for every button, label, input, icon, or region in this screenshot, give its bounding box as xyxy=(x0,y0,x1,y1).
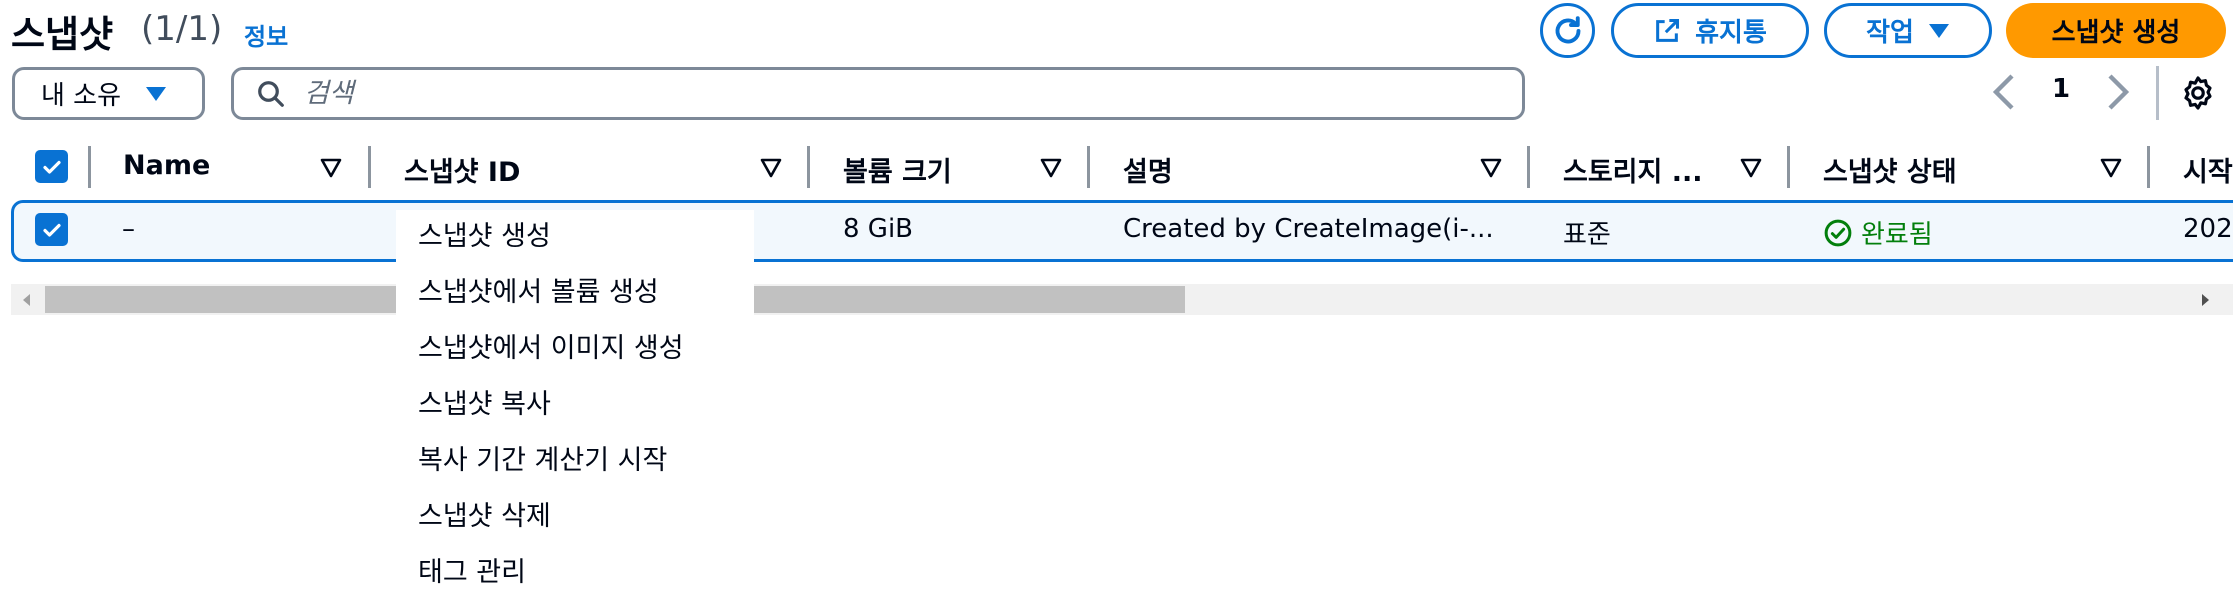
scroll-right-arrow-icon[interactable] xyxy=(2200,292,2212,308)
page-title: 스냅샷 xyxy=(11,13,114,56)
column-header-volume-size[interactable]: 볼륨 크기 xyxy=(843,150,952,189)
cell-name: – xyxy=(122,214,135,244)
cell-volume-size: 8 GiB xyxy=(843,214,914,244)
owner-filter-select[interactable]: 내 소유 xyxy=(12,67,205,120)
actions-dropdown-menu: 스냅샷 생성 스냅샷에서 볼륨 생성 스냅샷에서 이미지 생성 스냅샷 복사 복… xyxy=(396,210,754,598)
select-all-checkbox[interactable] xyxy=(35,150,68,183)
search-field[interactable] xyxy=(231,67,1525,120)
info-link[interactable]: 정보 xyxy=(244,17,288,52)
cell-snapshot-status: 완료됨 xyxy=(1823,214,1933,251)
search-icon xyxy=(258,80,284,107)
column-separator xyxy=(368,146,371,188)
pagination-divider xyxy=(2156,66,2159,120)
search-input[interactable] xyxy=(302,77,1402,110)
caret-down-icon xyxy=(1928,23,1949,38)
menu-item-create-snapshot[interactable]: 스냅샷 생성 xyxy=(418,214,551,253)
status-label: 완료됨 xyxy=(1861,220,1933,250)
column-header-name[interactable]: Name xyxy=(123,150,210,181)
menu-item-create-image-from-snapshot[interactable]: 스냅샷에서 이미지 생성 xyxy=(418,326,684,365)
column-header-description[interactable]: 설명 xyxy=(1123,150,1173,189)
menu-item-manage-tags[interactable]: 태그 관리 xyxy=(418,550,526,589)
current-page[interactable]: 1 xyxy=(2052,74,2070,104)
column-separator xyxy=(1787,146,1790,188)
column-separator xyxy=(88,146,91,188)
snapshot-count: (1/1) xyxy=(141,9,223,49)
column-header-storage-tier[interactable]: 스토리지 ... xyxy=(1563,150,1703,189)
caret-down-icon xyxy=(146,86,167,101)
actions-label: 작업 xyxy=(1866,18,1914,48)
column-header-snapshot-status[interactable]: 스냅샷 상태 xyxy=(1823,150,1957,189)
sort-icon[interactable] xyxy=(320,158,342,178)
menu-item-create-volume-from-snapshot[interactable]: 스냅샷에서 볼륨 생성 xyxy=(418,270,659,309)
sort-icon[interactable] xyxy=(2100,158,2122,178)
owner-filter-value: 내 소유 xyxy=(41,81,122,111)
cell-description: Created by CreateImage(i-... xyxy=(1123,214,1494,244)
check-icon xyxy=(42,160,61,174)
menu-item-delete-snapshot[interactable]: 스냅샷 삭제 xyxy=(418,494,551,533)
refresh-icon xyxy=(1555,15,1580,43)
success-check-icon xyxy=(1824,219,1852,246)
menu-item-copy-snapshot[interactable]: 스냅샷 복사 xyxy=(418,382,551,421)
recycle-bin-button[interactable]: 휴지통 xyxy=(1611,3,1809,58)
column-separator xyxy=(2147,146,2150,188)
column-header-started[interactable]: 시작 xyxy=(2183,150,2233,189)
create-snapshot-button[interactable]: 스냅샷 생성 xyxy=(2006,3,2226,58)
next-page-icon[interactable] xyxy=(2104,72,2132,112)
row-checkbox[interactable] xyxy=(35,213,68,246)
previous-page-icon[interactable] xyxy=(1990,72,2018,112)
cell-storage-tier: 표준 xyxy=(1563,220,1611,250)
sort-icon[interactable] xyxy=(760,158,782,178)
menu-item-copy-duration-calculator[interactable]: 복사 기간 계산기 시작 xyxy=(418,438,667,477)
column-separator xyxy=(1087,146,1090,188)
column-separator xyxy=(1527,146,1530,188)
sort-icon[interactable] xyxy=(1740,158,1762,178)
sort-icon[interactable] xyxy=(1480,158,1502,178)
recycle-bin-label: 휴지통 xyxy=(1695,18,1767,48)
scroll-left-arrow-icon[interactable] xyxy=(20,292,32,308)
column-header-snapshot-id[interactable]: 스냅샷 ID xyxy=(404,150,520,189)
sort-icon[interactable] xyxy=(1040,158,1062,178)
settings-gear-icon[interactable] xyxy=(2179,74,2217,112)
column-separator xyxy=(807,146,810,188)
refresh-button[interactable] xyxy=(1540,3,1595,58)
external-link-icon xyxy=(1656,18,1680,42)
check-icon xyxy=(42,223,61,237)
actions-dropdown-button[interactable]: 작업 xyxy=(1824,3,1992,58)
cell-started: 202 xyxy=(2183,214,2233,244)
